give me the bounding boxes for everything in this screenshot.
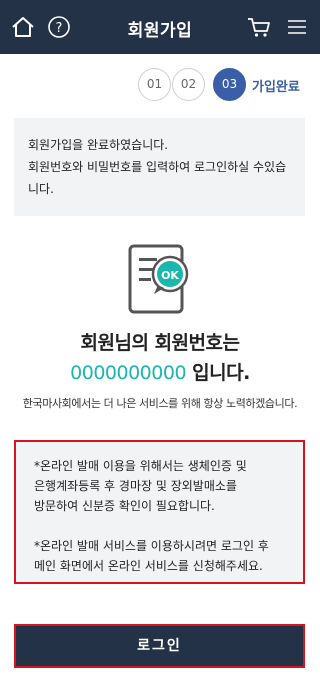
cart-icon[interactable] <box>246 14 272 40</box>
notice-line: 방문하여 신분증 확인이 필요합니다. <box>34 499 215 513</box>
notice-line: *온라인 발매 서비스를 이용하시려면 로그인 후 <box>34 539 269 553</box>
info-text: 한국마사회에서는 더 나은 서비스를 위해 항상 노력하겠습니다. <box>22 397 298 410</box>
result-suffix: 입니다. <box>192 362 250 384</box>
message-line: 니다. <box>28 182 54 196</box>
step-3-active: 03 <box>213 68 246 101</box>
notice-line: 은행계좌등록 후 경마장 및 장외발매소를 <box>34 479 237 493</box>
completion-message-box: 회원가입을 완료하였습니다. 회원번호와 비밀번호를 입력하여 로그인하실 수있… <box>14 118 305 216</box>
step-2: 02 <box>172 68 205 101</box>
online-notice-box: *온라인 발매 이용을 위해서는 생체인증 및 은행계좌등록 후 경마장 및 장… <box>14 440 305 584</box>
menu-icon[interactable] <box>284 14 310 40</box>
login-button[interactable]: 로그인 <box>14 624 305 668</box>
step-1: 01 <box>138 68 171 101</box>
ok-document-icon: OK <box>120 238 200 320</box>
notice-line: *온라인 발매 이용을 위해서는 생체인증 및 <box>34 459 247 473</box>
result-line1: 회원님의 회원번호는 <box>80 332 240 354</box>
app-header: ? 회원가입 <box>0 0 320 54</box>
member-number: 0000000000 <box>70 362 187 384</box>
current-step-label: 가입완료 <box>252 80 300 95</box>
message-line: 회원번호와 비밀번호를 입력하여 로그인하실 수있습 <box>28 160 287 174</box>
ok-badge-text: OK <box>161 269 179 282</box>
page-title: 회원가입 <box>127 21 193 41</box>
signup-steps: 01 02 03 가입완료 <box>0 68 320 102</box>
notice-line: 메인 화면에서 온라인 서비스를 신청해주세요. <box>34 559 263 573</box>
member-number-result: 회원님의 회원번호는 0000000000 입니다. <box>0 328 320 385</box>
message-line: 회원가입을 완료하였습니다. <box>28 138 169 152</box>
result-line2: 0000000000 입니다. <box>0 358 320 385</box>
